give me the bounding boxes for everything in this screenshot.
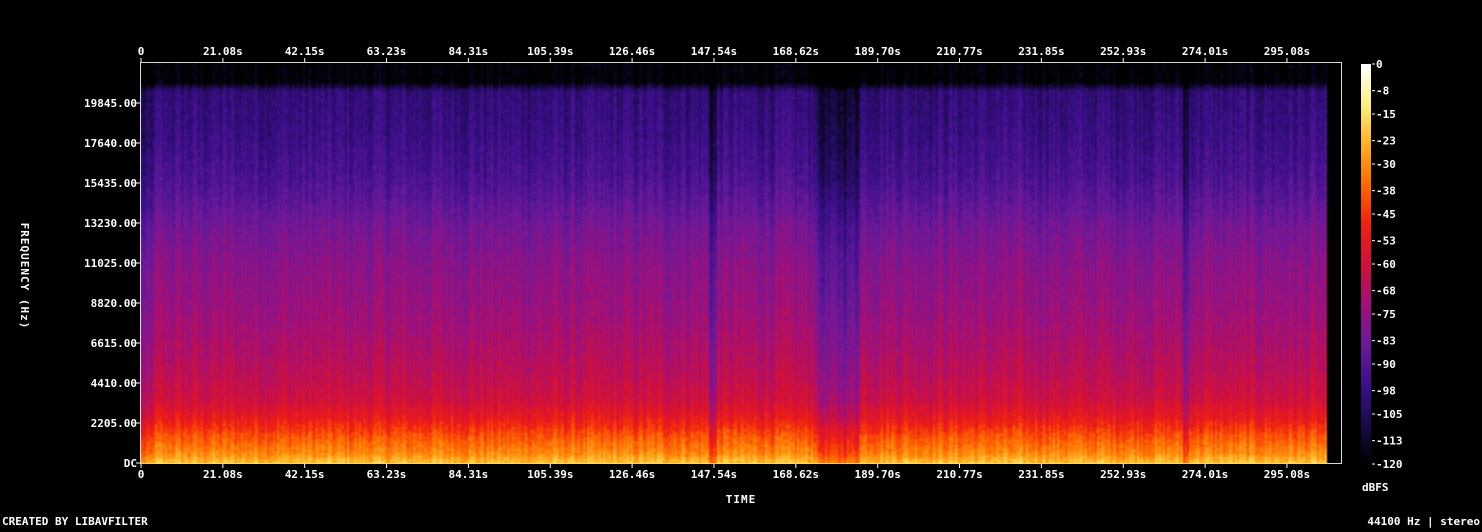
x-tick-label-bottom: 0 [138, 468, 145, 481]
x-axis-top: 0 21.08s 42.15s 63.23s 84.31s 105.39s 126.46s 1… [138, 45, 1310, 62]
x-tick-label-top: 63.23s [367, 45, 407, 58]
colorbar-tick-label: -120 [1376, 458, 1403, 471]
colorbar-tick-label: -113 [1376, 435, 1403, 448]
x-tick-label-top: 274.01s [1182, 45, 1228, 58]
colorbar-tick-label: 0 [1376, 58, 1383, 71]
colorbar-tick-label: -15 [1376, 108, 1396, 121]
x-tick-label-bottom: 252.93s [1100, 468, 1146, 481]
y-tick-label: 8820.00 [91, 297, 137, 310]
x-tick-label-top: 42.15s [285, 45, 325, 58]
spectrogram-image [141, 63, 1341, 463]
x-tick-label-top: 189.70s [855, 45, 901, 58]
colorbar-tick-label: -38 [1376, 185, 1396, 198]
spectrogram-figure: 0 21.08s 42.15s 63.23s 84.31s 105.39s 126.46s 1… [0, 0, 1482, 528]
x-tick-label-bottom: 21.08s [203, 468, 243, 481]
x-tick-label-top: 84.31s [449, 45, 489, 58]
colorbar-tick-label: -60 [1376, 258, 1396, 271]
x-tick-label-bottom: 63.23s [367, 468, 407, 481]
colorbar-tick-label: -90 [1376, 358, 1396, 371]
x-tick-label-top: 147.54s [691, 45, 737, 58]
colorbar-axis: 0 -8 -15 -23 -30 -38 -45 -53 -60 -68 -75 -83 -90 -98 -… [1372, 58, 1403, 471]
colorbar-tick-label: -98 [1376, 385, 1396, 398]
x-tick-label-bottom: 189.70s [855, 468, 901, 481]
x-tick-label-top: 295.08s [1264, 45, 1310, 58]
x-tick-label-bottom: 126.46s [609, 468, 655, 481]
x-tick-label-bottom: 168.62s [773, 468, 819, 481]
y-axis-title: FREQUENCY (Hz) [18, 223, 31, 330]
x-tick-label-top: 168.62s [773, 45, 819, 58]
y-tick-label: 2205.00 [91, 417, 137, 430]
colorbar-tick-label: -75 [1376, 308, 1396, 321]
x-tick-label-top: 252.93s [1100, 45, 1146, 58]
y-axis: DC 2205.00 4410.00 6615.00 8820.00 11025.00 13… [84, 97, 140, 470]
x-tick-label-top: 105.39s [527, 45, 573, 58]
colorbar-tick-label: -83 [1376, 335, 1396, 348]
y-tick-label: 19845.00 [84, 97, 137, 110]
x-axis-bottom: 0 21.08s 42.15s 63.23s 84.31s 105.39s 126.46s 1… [138, 464, 1310, 481]
y-tick-label: 15435.00 [84, 177, 137, 190]
x-tick-label-top: 231.85s [1018, 45, 1064, 58]
x-tick-label-bottom: 147.54s [691, 468, 737, 481]
colorbar-label: dBFS [1362, 481, 1389, 494]
colorbar-tick-label: -105 [1376, 408, 1403, 421]
x-tick-label-top: 0 [138, 45, 145, 58]
colorbar-tick-label: -8 [1376, 85, 1389, 98]
x-tick-label-bottom: 231.85s [1018, 468, 1064, 481]
x-axis-title: TIME [726, 493, 757, 506]
spectrogram-chart: 0 21.08s 42.15s 63.23s 84.31s 105.39s 126.46s 1… [2, 45, 1480, 528]
colorbar-tick-label: -30 [1376, 158, 1396, 171]
y-tick-label: 13230.00 [84, 217, 137, 230]
x-tick-label-bottom: 210.77s [936, 468, 982, 481]
colorbar-tick-label: -53 [1376, 235, 1396, 248]
y-tick-label: 17640.00 [84, 137, 137, 150]
x-tick-label-top: 126.46s [609, 45, 655, 58]
x-tick-label-bottom: 42.15s [285, 468, 325, 481]
colorbar-tick-label: -45 [1376, 208, 1396, 221]
x-tick-label-top: 21.08s [203, 45, 243, 58]
x-tick-label-bottom: 274.01s [1182, 468, 1228, 481]
footer-right: 44100 Hz | stereo [1367, 515, 1480, 528]
x-tick-label-bottom: 105.39s [527, 468, 573, 481]
x-tick-label-bottom: 84.31s [449, 468, 489, 481]
colorbar-tick-label: -23 [1376, 135, 1396, 148]
colorbar [1361, 64, 1371, 464]
y-tick-label: DC [124, 457, 137, 470]
x-tick-label-top: 210.77s [936, 45, 982, 58]
y-tick-label: 6615.00 [91, 337, 137, 350]
y-tick-label: 11025.00 [84, 257, 137, 270]
colorbar-tick-label: -68 [1376, 285, 1396, 298]
footer-left: CREATED BY LIBAVFILTER [2, 515, 148, 528]
x-tick-label-bottom: 295.08s [1264, 468, 1310, 481]
y-tick-label: 4410.00 [91, 377, 137, 390]
